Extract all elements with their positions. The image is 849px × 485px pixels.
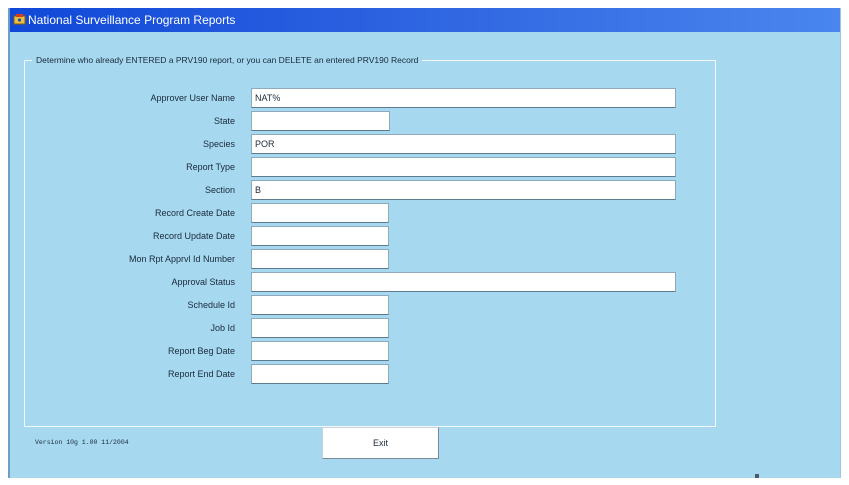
mon-rpt-apprvl-id-number-input[interactable]	[251, 249, 389, 269]
label-state: State	[213, 116, 235, 126]
approver-user-name-input[interactable]	[251, 88, 676, 108]
label-job-id: Job Id	[210, 323, 235, 333]
report-beg-date-input[interactable]	[251, 341, 389, 361]
label-species: Species	[202, 139, 235, 149]
label-record-update-date: Record Update Date	[152, 231, 235, 241]
label-approval-status: Approval Status	[171, 277, 235, 287]
version-label: Version 10g 1.00 11/2004	[35, 439, 129, 446]
label-report-type: Report Type	[186, 162, 235, 172]
label-mon-rpt-apprvl-id-number: Mon Rpt Apprvl Id Number	[128, 254, 235, 264]
window-title: National Surveillance Program Reports	[28, 13, 236, 27]
state-input[interactable]	[251, 111, 390, 131]
label-report-beg-date: Report Beg Date	[167, 346, 235, 356]
label-approver-user-name: Approver User Name	[150, 93, 235, 103]
record-update-date-input[interactable]	[251, 226, 389, 246]
app-icon	[13, 14, 26, 25]
report-type-input[interactable]	[251, 157, 676, 177]
label-section: Section	[204, 185, 235, 195]
species-input[interactable]	[251, 134, 676, 154]
report-end-date-input[interactable]	[251, 364, 389, 384]
record-create-date-input[interactable]	[251, 203, 389, 223]
report-window: National Surveillance Program Reports De…	[8, 8, 841, 478]
title-bar[interactable]: National Surveillance Program Reports	[10, 8, 840, 32]
label-schedule-id: Schedule Id	[187, 300, 235, 310]
job-id-input[interactable]	[251, 318, 389, 338]
approval-status-input[interactable]	[251, 272, 676, 292]
label-report-end-date: Report End Date	[167, 369, 235, 379]
mouse-cursor-icon	[755, 474, 759, 478]
schedule-id-input[interactable]	[251, 295, 389, 315]
section-input[interactable]	[251, 180, 676, 200]
exit-button[interactable]: Exit	[322, 427, 439, 459]
label-record-create-date: Record Create Date	[154, 208, 235, 218]
group-title: Determine who already ENTERED a PRV190 r…	[32, 53, 423, 67]
